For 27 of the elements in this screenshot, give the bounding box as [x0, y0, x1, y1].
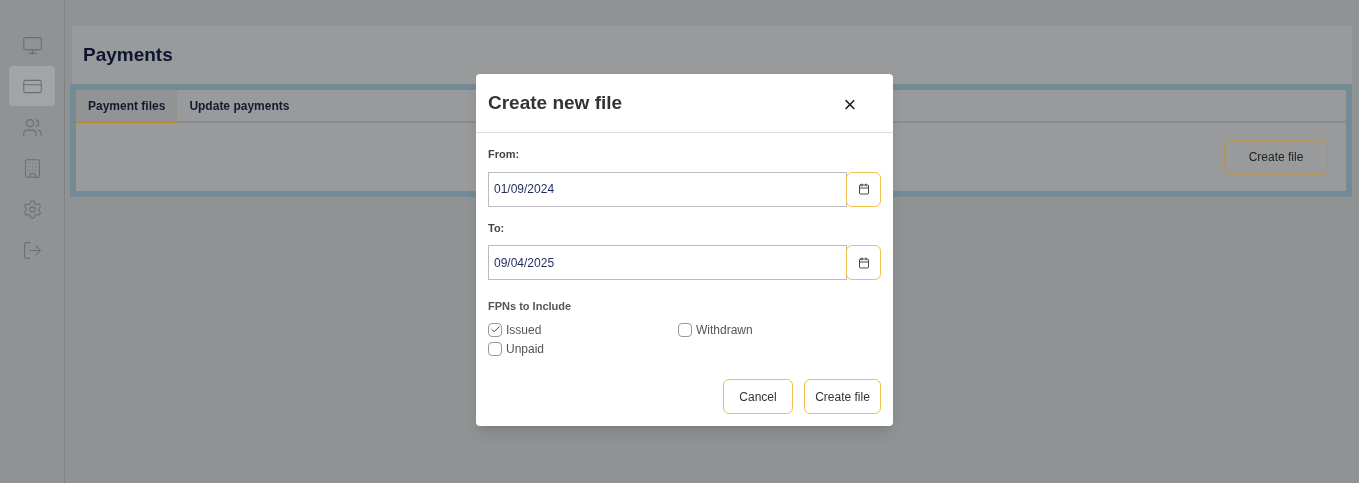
group-label: FPNs to Include	[488, 299, 573, 314]
check-icon	[489, 324, 501, 335]
cancel-button[interactable]: Cancel	[723, 379, 793, 414]
calendar-icon	[857, 183, 870, 195]
sidebar-item[interactable]	[9, 66, 55, 106]
page-title: Payments	[83, 42, 173, 67]
tab[interactable]: Update payments	[177, 90, 302, 123]
checkbox-label: Unpaid	[506, 340, 545, 358]
create-file-button[interactable]: Create file	[1224, 139, 1328, 175]
logout-icon	[21, 239, 43, 261]
checkbox[interactable]	[488, 322, 502, 337]
field-label: To:	[488, 220, 506, 236]
dialog-title: Create new file	[488, 90, 623, 115]
calendar-icon	[857, 256, 870, 269]
tab[interactable]: Payment files	[76, 90, 178, 123]
settings-icon	[21, 198, 43, 220]
close-button[interactable]: ×	[835, 88, 865, 118]
monitor-icon	[21, 34, 43, 56]
checkbox[interactable]	[678, 322, 692, 337]
checkbox-label: Issued	[506, 321, 542, 339]
checkbox[interactable]	[488, 341, 502, 356]
people-icon	[21, 116, 43, 138]
create-file-button[interactable]: Create file	[804, 379, 881, 414]
date-field[interactable]: 09/04/2025	[488, 245, 847, 280]
checkbox-label: Withdrawn	[696, 321, 753, 339]
field-label: From:	[488, 147, 521, 162]
date-field[interactable]: 01/09/2024	[488, 171, 847, 207]
